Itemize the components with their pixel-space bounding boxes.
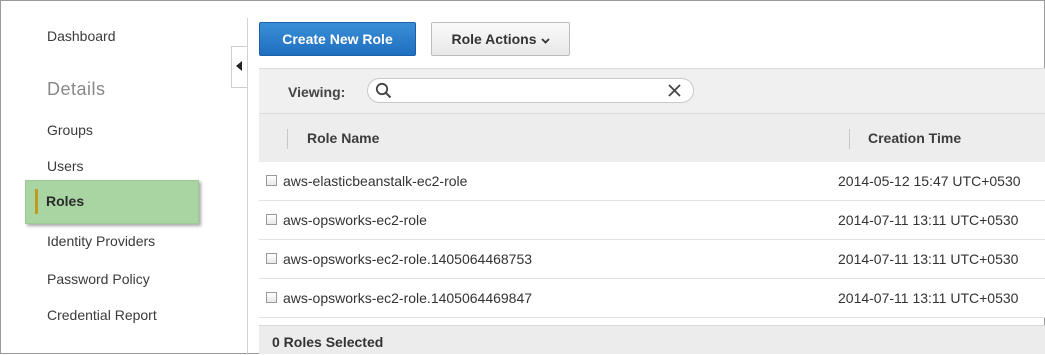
selection-status-bar: 0 Roles Selected [259, 325, 1045, 354]
sidebar-item-users[interactable]: Users [47, 158, 84, 174]
column-separator [849, 129, 850, 149]
search-icon [375, 82, 392, 99]
role-name-cell[interactable]: aws-opsworks-ec2-role.1405064468753 [283, 251, 532, 267]
search-box [367, 78, 694, 103]
creation-time-cell: 2014-07-11 13:11 UTC+0530 [838, 212, 1019, 228]
sidebar-item-password-policy[interactable]: Password Policy [47, 271, 150, 287]
column-separator [287, 129, 288, 149]
table-row[interactable]: aws-opsworks-ec2-role 2014-07-11 13:11 U… [259, 201, 1045, 240]
table-row[interactable]: aws-elasticbeanstalk-ec2-role 2014-05-12… [259, 162, 1045, 201]
search-input[interactable] [400, 81, 664, 102]
row-checkbox[interactable] [266, 253, 277, 264]
sidebar-divider [247, 18, 248, 355]
role-name-cell[interactable]: aws-elasticbeanstalk-ec2-role [283, 173, 467, 189]
column-header-role-name[interactable]: Role Name [307, 130, 379, 146]
sidebar-item-identity-providers[interactable]: Identity Providers [47, 233, 155, 249]
sidebar-item-credential-report[interactable]: Credential Report [47, 307, 157, 323]
sidebar-item-label: Roles [46, 193, 85, 209]
creation-time-cell: 2014-07-11 13:11 UTC+0530 [838, 251, 1019, 267]
active-indicator [35, 189, 38, 214]
viewing-label: Viewing: [288, 84, 346, 100]
chevron-left-icon [236, 61, 242, 71]
creation-time-cell: 2014-05-12 15:47 UTC+0530 [838, 173, 1021, 189]
table-header: Role Name Creation Time [259, 113, 1045, 163]
sidebar-item-roles[interactable]: Roles [25, 180, 199, 224]
role-actions-dropdown[interactable]: Role Actions [431, 22, 570, 56]
role-name-cell[interactable]: aws-opsworks-ec2-role [283, 212, 427, 228]
sidebar-item-groups[interactable]: Groups [47, 122, 93, 138]
table-row[interactable]: aws-opsworks-ec2-role.1405064469847 2014… [259, 279, 1045, 318]
column-header-creation-time[interactable]: Creation Time [868, 130, 961, 146]
clear-search-icon[interactable] [668, 84, 681, 97]
create-new-role-button[interactable]: Create New Role [259, 22, 416, 56]
sidebar-item-dashboard[interactable]: Dashboard [47, 28, 116, 44]
creation-time-cell: 2014-07-11 13:11 UTC+0530 [838, 290, 1019, 306]
table-row[interactable]: aws-opsworks-ec2-role.1405064468753 2014… [259, 240, 1045, 279]
selection-count: 0 Roles Selected [272, 334, 384, 350]
main-panel: Create New Role Role Actions Viewing: Ro… [259, 1, 1045, 354]
sidebar-section-heading: Details [47, 79, 106, 99]
role-actions-label: Role Actions [451, 31, 537, 47]
row-checkbox[interactable] [266, 214, 277, 225]
row-checkbox[interactable] [266, 292, 277, 303]
row-checkbox[interactable] [266, 175, 277, 186]
filter-bar: Viewing: [259, 68, 1045, 113]
sidebar-collapse-toggle[interactable] [231, 46, 247, 88]
chevron-down-icon [540, 37, 550, 44]
role-name-cell[interactable]: aws-opsworks-ec2-role.1405064469847 [283, 290, 532, 306]
sidebar-nav: Dashboard Details Groups Users Roles Ide… [1, 1, 247, 353]
